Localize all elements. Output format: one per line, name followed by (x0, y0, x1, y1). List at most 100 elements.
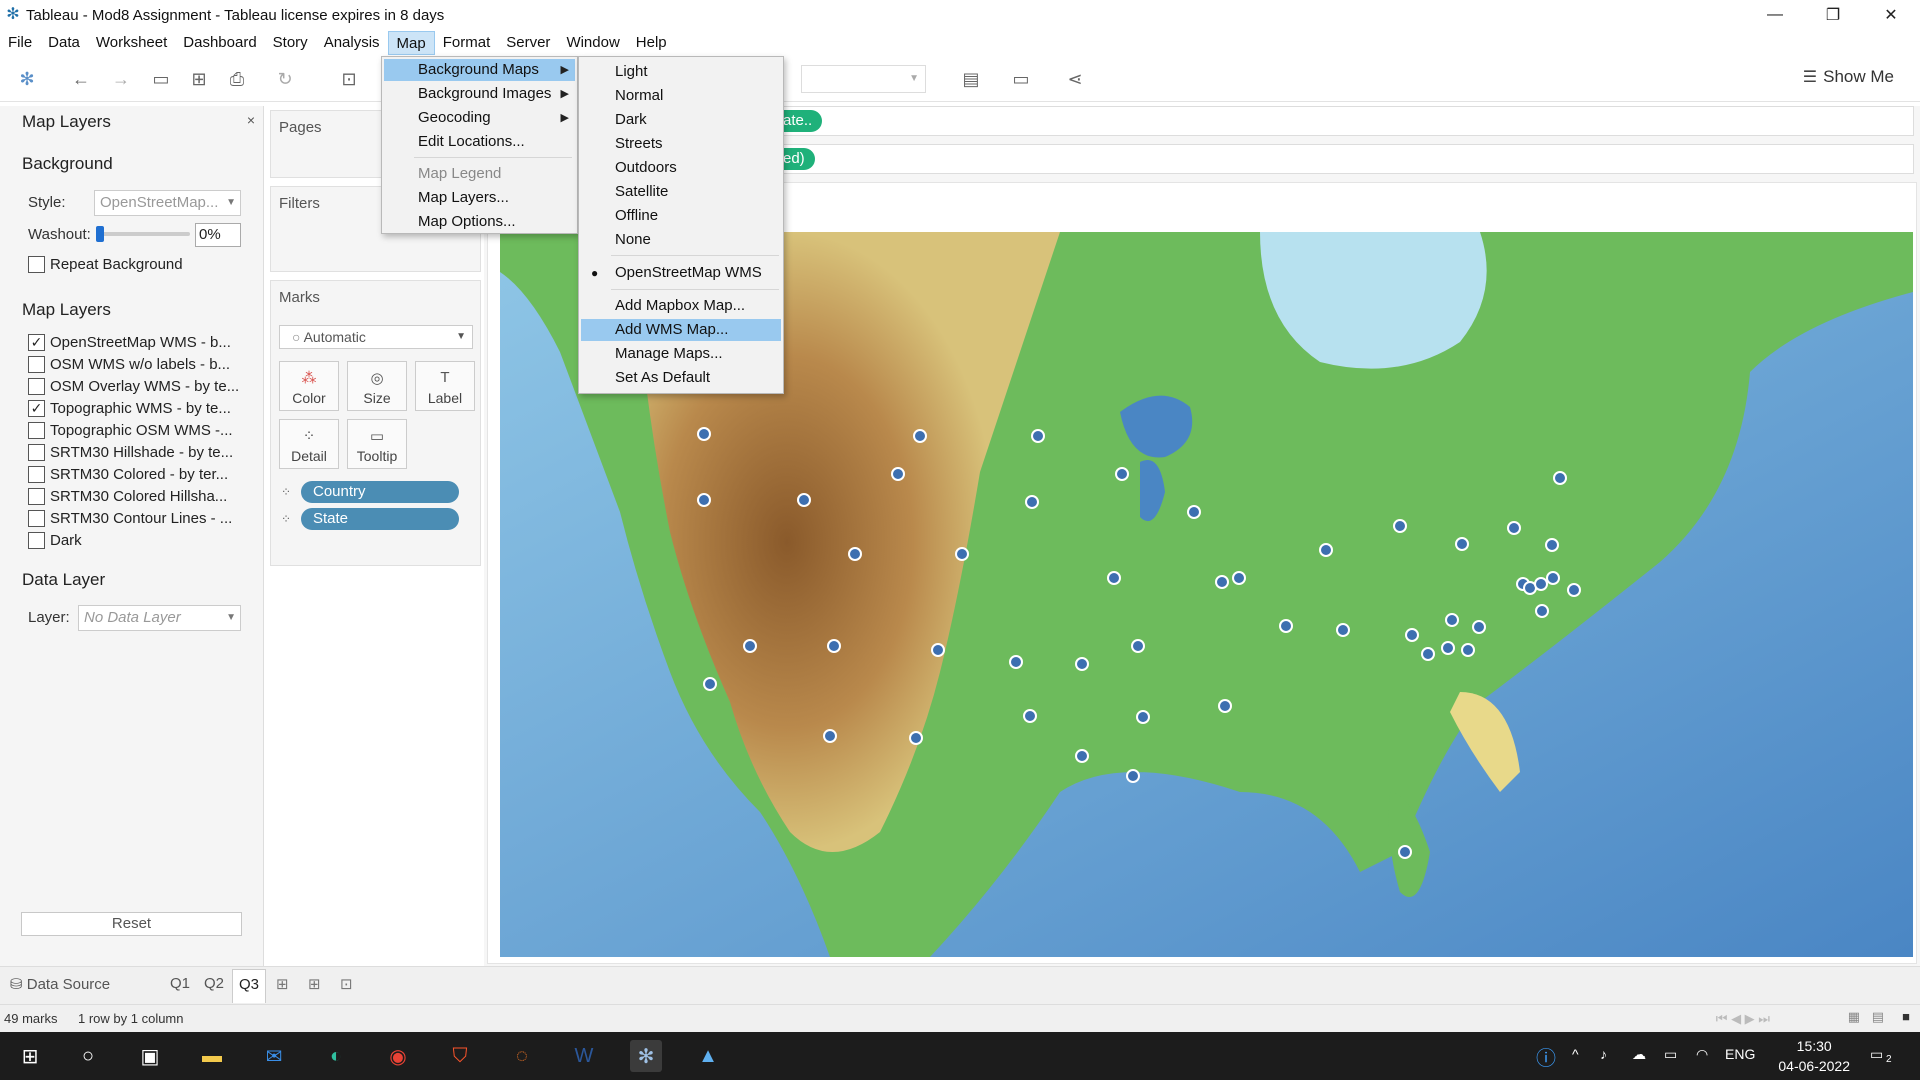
state-mark[interactable] (1472, 620, 1486, 634)
menu-item-background-images[interactable]: Background Images ▶ (384, 83, 575, 105)
color-button[interactable]: ⁂ Color (279, 361, 339, 411)
state-mark[interactable] (1023, 709, 1037, 723)
state-mark[interactable] (1187, 505, 1201, 519)
state-mark[interactable] (1131, 639, 1145, 653)
state-mark[interactable] (1455, 537, 1469, 551)
map-layer-checkbox[interactable]: SRTM30 Colored - by ter... (28, 466, 228, 483)
close-icon[interactable]: × (247, 112, 255, 128)
menu-item-streets[interactable]: Streets (581, 133, 781, 155)
menu-item-add-wms-map[interactable]: Add WMS Map... (581, 319, 781, 341)
minimize-button[interactable]: — (1746, 0, 1804, 30)
windows-start-icon[interactable]: ⊞ (14, 1040, 46, 1072)
menu-window[interactable]: Window (558, 31, 627, 55)
state-mark[interactable] (1441, 641, 1455, 655)
state-mark[interactable] (1279, 619, 1293, 633)
detail-button[interactable]: ⁘ Detail (279, 419, 339, 469)
state-mark[interactable] (1461, 643, 1475, 657)
menu-item-none[interactable]: None (581, 229, 781, 251)
word-icon[interactable]: W (568, 1040, 600, 1072)
state-mark[interactable] (1136, 710, 1150, 724)
map-layer-checkbox[interactable]: Dark (28, 532, 82, 549)
battery-icon[interactable]: ▭ (1664, 1046, 1677, 1063)
state-mark[interactable] (1126, 769, 1140, 783)
state-mark[interactable] (1075, 657, 1089, 671)
state-mark[interactable] (931, 643, 945, 657)
chevron-up-icon[interactable]: ^ (1572, 1046, 1579, 1062)
task-view-icon[interactable]: ▣ (134, 1040, 166, 1072)
presentation-mode-icon[interactable]: ▭ (1010, 68, 1032, 90)
file-explorer-icon[interactable]: ▬ (196, 1040, 228, 1072)
map-layer-checkbox[interactable]: SRTM30 Hillshade - by te... (28, 444, 233, 461)
state-mark[interactable] (1398, 845, 1412, 859)
menu-item-openstreetmap-wms[interactable]: ● OpenStreetMap WMS (581, 262, 781, 284)
menu-data[interactable]: Data (40, 31, 88, 55)
state-mark[interactable] (697, 427, 711, 441)
close-button[interactable]: ✕ (1862, 0, 1920, 30)
tooltip-button[interactable]: ▭ Tooltip (347, 419, 407, 469)
data-layer-dropdown[interactable]: No Data Layer ▼ (78, 605, 241, 631)
state-mark[interactable] (1075, 749, 1089, 763)
state-mark[interactable] (797, 493, 811, 507)
redo-icon[interactable]: → (110, 68, 132, 90)
menu-help[interactable]: Help (628, 31, 675, 55)
chrome-icon[interactable]: ◉ (382, 1040, 414, 1072)
new-dashboard-icon[interactable]: ⊞ (308, 975, 321, 993)
menu-item-manage-maps[interactable]: Manage Maps... (581, 343, 781, 365)
label-button[interactable]: T Label (415, 361, 475, 411)
restore-button[interactable]: ❐ (1804, 0, 1862, 30)
edge-icon[interactable]: ◐ (320, 1040, 352, 1072)
washout-slider[interactable] (98, 232, 190, 236)
state-mark[interactable] (827, 639, 841, 653)
state-mark[interactable] (955, 547, 969, 561)
state-mark[interactable] (1319, 543, 1333, 557)
state-mark[interactable] (909, 731, 923, 745)
state-mark[interactable] (1535, 604, 1549, 618)
map-layer-checkbox[interactable]: OSM Overlay WMS - by te... (28, 378, 239, 395)
sheet-sorter-icon[interactable]: ▦ (1848, 1009, 1860, 1025)
wifi-icon[interactable]: ◠ (1696, 1046, 1708, 1063)
menu-item-add-mapbox-map[interactable]: Add Mapbox Map... (581, 295, 781, 317)
state-mark[interactable] (1336, 623, 1350, 637)
state-mark[interactable] (891, 467, 905, 481)
tab-q1[interactable]: Q1 (170, 975, 190, 992)
menu-item-outdoors[interactable]: Outdoors (581, 157, 781, 179)
country-pill[interactable]: Country (301, 481, 459, 503)
state-mark[interactable] (1567, 583, 1581, 597)
state-mark[interactable] (1031, 429, 1045, 443)
state-mark[interactable] (1115, 467, 1129, 481)
menu-item-background-maps[interactable]: Background Maps ▶ (384, 59, 575, 81)
menu-item-edit-locations[interactable]: Edit Locations... (384, 131, 575, 153)
state-mark[interactable] (1553, 471, 1567, 485)
clock[interactable]: 15:30 04-06-2022 (1778, 1036, 1850, 1076)
tab-q3[interactable]: Q3 (232, 969, 267, 1003)
state-mark[interactable] (913, 429, 927, 443)
help-icon[interactable]: ⓘ (1536, 1042, 1556, 1071)
state-mark[interactable] (743, 639, 757, 653)
menu-map[interactable]: Map (387, 31, 435, 55)
state-mark[interactable] (1107, 571, 1121, 585)
pause-updates-icon[interactable]: ⎙ (226, 68, 248, 90)
new-worksheet-icon[interactable]: ⊡ (338, 68, 360, 90)
map-layer-checkbox[interactable]: ✓ OpenStreetMap WMS - b... (28, 334, 231, 351)
map-layer-checkbox[interactable]: Topographic OSM WMS -... (28, 422, 233, 439)
fit-dropdown[interactable]: ▼ (801, 65, 926, 93)
map-layer-checkbox[interactable]: SRTM30 Contour Lines - ... (28, 510, 232, 527)
state-mark[interactable] (1218, 699, 1232, 713)
new-story-icon[interactable]: ⊡ (340, 975, 353, 993)
menu-item-dark[interactable]: Dark (581, 109, 781, 131)
cloud-icon[interactable]: ☁ (1632, 1046, 1646, 1063)
repeat-background-checkbox[interactable]: Repeat Background (28, 256, 183, 273)
search-icon[interactable]: ○ (72, 1040, 104, 1072)
fit-icon[interactable]: ▤ (960, 68, 982, 90)
map-layer-checkbox[interactable]: ✓ Topographic WMS - by te... (28, 400, 231, 417)
brave-icon[interactable]: ⛉ (444, 1040, 476, 1072)
menu-item-offline[interactable]: Offline (581, 205, 781, 227)
map-layer-checkbox[interactable]: SRTM30 Colored Hillsha... (28, 488, 227, 505)
undo-icon[interactable]: ← (70, 68, 92, 90)
notifications-icon[interactable]: ▭ (1870, 1046, 1883, 1063)
state-mark[interactable] (1546, 571, 1560, 585)
menu-item-light[interactable]: Light (581, 61, 781, 83)
menu-analysis[interactable]: Analysis (316, 31, 388, 55)
style-dropdown[interactable]: OpenStreetMap... ▼ (94, 190, 241, 216)
state-mark[interactable] (823, 729, 837, 743)
